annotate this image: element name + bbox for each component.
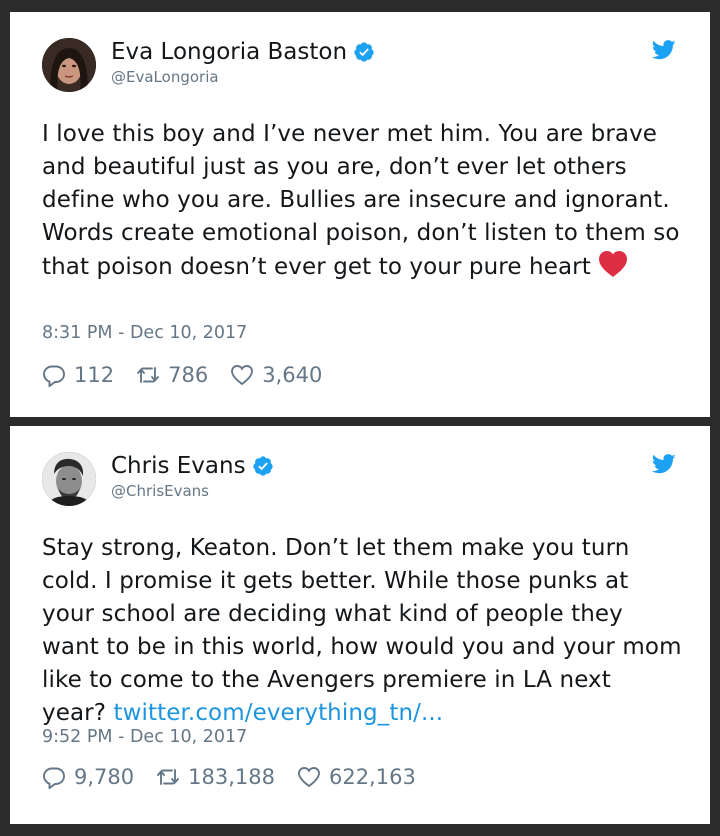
retweet-icon bbox=[157, 769, 180, 785]
twitter-bird-icon[interactable] bbox=[652, 40, 676, 60]
like-count: 622,163 bbox=[328, 765, 416, 789]
like-count: 3,640 bbox=[262, 363, 323, 387]
like-button[interactable]: 622,163 bbox=[297, 765, 416, 789]
red-heart-icon bbox=[598, 251, 627, 277]
user-handle[interactable]: @EvaLongoria bbox=[111, 68, 219, 86]
tweet-link[interactable]: twitter.com/everything_tn/... bbox=[113, 700, 443, 726]
reply-count: 112 bbox=[74, 363, 115, 387]
tweet-timestamp[interactable]: 8:31 PM - Dec 10, 2017 bbox=[42, 323, 247, 343]
tweet-text: Stay strong, Keaton. Don’t let them make… bbox=[42, 532, 682, 730]
tweet-timestamp[interactable]: 9:52 PM - Dec 10, 2017 bbox=[42, 727, 247, 747]
twitter-bird-icon[interactable] bbox=[652, 454, 676, 474]
avatar[interactable] bbox=[42, 452, 96, 506]
display-name[interactable]: Eva Longoria Baston bbox=[111, 38, 375, 66]
tweet-card[interactable]: Chris Evans @ChrisEvans Stay strong, Kea… bbox=[10, 426, 710, 824]
heart-icon bbox=[231, 365, 254, 386]
tweet-actions: 112 786 3,640 bbox=[42, 363, 344, 387]
tweet-body: Stay strong, Keaton. Don’t let them make… bbox=[42, 535, 682, 726]
tweet-card[interactable]: Eva Longoria Baston @EvaLongoria I love … bbox=[10, 12, 710, 417]
reply-icon bbox=[43, 767, 65, 789]
reply-button[interactable]: 9,780 bbox=[42, 765, 134, 789]
avatar[interactable] bbox=[42, 38, 96, 92]
retweet-count: 786 bbox=[168, 363, 209, 387]
display-name[interactable]: Chris Evans bbox=[111, 452, 274, 480]
retweet-button[interactable]: 786 bbox=[136, 363, 208, 387]
reply-button[interactable]: 112 bbox=[42, 363, 114, 387]
retweet-button[interactable]: 183,188 bbox=[156, 765, 275, 789]
verified-badge-icon bbox=[354, 42, 374, 62]
heart-icon bbox=[298, 767, 320, 788]
tweet-text: I love this boy and I’ve never met him. … bbox=[42, 118, 682, 284]
retweet-count: 183,188 bbox=[188, 765, 275, 789]
tweet-body: I love this boy and I’ve never met him. … bbox=[42, 121, 680, 280]
reply-count: 9,780 bbox=[74, 765, 135, 789]
like-button[interactable]: 3,640 bbox=[230, 363, 322, 387]
tweet-actions: 9,780 183,188 622,163 bbox=[42, 765, 438, 789]
reply-icon bbox=[43, 365, 65, 387]
verified-badge-icon bbox=[252, 456, 273, 476]
retweet-icon bbox=[137, 367, 160, 383]
user-handle[interactable]: @ChrisEvans bbox=[111, 482, 209, 500]
